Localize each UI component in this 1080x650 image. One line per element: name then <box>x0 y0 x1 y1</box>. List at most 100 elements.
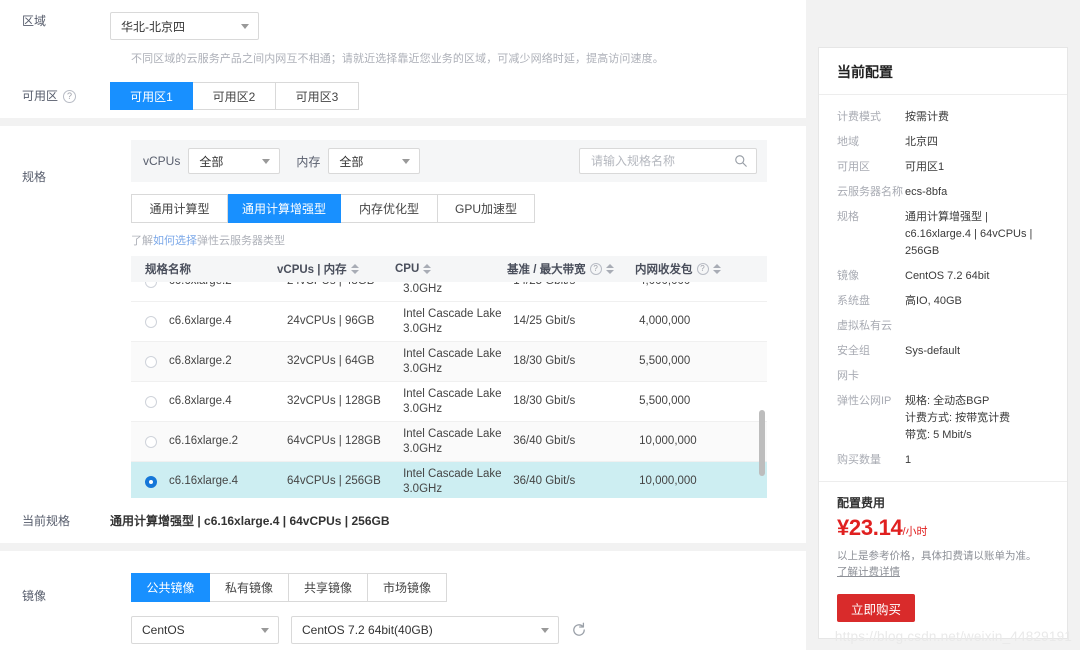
flavor-search-input[interactable] <box>589 153 730 169</box>
learn-how-to-choose-link[interactable]: 如何选择 <box>153 235 197 247</box>
buy-now-button[interactable]: 立即购买 <box>837 594 915 622</box>
row-radio[interactable] <box>145 355 157 368</box>
az-label: 可用区 <box>22 89 59 103</box>
config-item-nic: 网卡 <box>819 364 1067 389</box>
column-header-cpu-memory[interactable]: vCPUs | 内存 <box>277 261 395 277</box>
region-panel: 区域 华北-北京四 不同区域的云服务产品之间内网互不相通；请就近选择靠近您业务的… <box>0 0 806 118</box>
scrollbar-thumb[interactable] <box>759 410 765 476</box>
table-row[interactable]: c6.8xlarge.4 32vCPUs | 128GB Intel Casca… <box>131 382 767 422</box>
column-header-bandwidth[interactable]: 基准 / 最大带宽 ? <box>507 261 635 277</box>
flavor-search-box[interactable] <box>579 148 757 174</box>
current-flavor-row: 当前规格 通用计算增强型 | c6.16xlarge.4 | 64vCPUs |… <box>0 512 806 529</box>
cell-cpu: Intel Cascade Lake 3.0GHz <box>403 387 502 415</box>
config-value: 北京四 <box>905 136 938 148</box>
fee-label: 配置费用 <box>837 496 886 510</box>
row-radio[interactable] <box>145 315 157 328</box>
refresh-icon[interactable] <box>571 622 587 638</box>
config-value: Sys-default <box>905 345 961 357</box>
flavor-table-header: 规格名称 vCPUs | 内存 CPU 基准 / 最大带宽 ? 内网收发包 ? <box>131 256 767 282</box>
row-radio[interactable] <box>145 282 157 288</box>
table-row-selected[interactable]: c6.16xlarge.4 64vCPUs | 256GB Intel Casc… <box>131 462 767 498</box>
table-row[interactable]: c6.6xlarge.4 24vCPUs | 96GB Intel Cascad… <box>131 302 767 342</box>
region-select[interactable]: 华北-北京四 <box>110 12 259 40</box>
cell-name: c6.16xlarge.4 <box>169 475 239 487</box>
row-radio-selected[interactable] <box>145 475 157 488</box>
column-header-bandwidth-label: 基准 / 最大带宽 <box>507 264 586 276</box>
config-item-billing-mode: 计费模式 按需计费 <box>819 105 1067 130</box>
cell-cpu-memory: 24vCPUs | 96GB <box>287 315 375 327</box>
image-tab-shared[interactable]: 共享镜像 <box>289 573 368 602</box>
image-label: 镜像 <box>22 589 47 603</box>
config-key: 系统盘 <box>837 295 870 307</box>
config-value: 按需计费 <box>905 111 949 123</box>
az-tab-2[interactable]: 可用区2 <box>193 82 276 110</box>
fee-section: 配置费用 ¥23.14/小时 以上是参考价格，具体扣费请以账单为准。 了解计费详… <box>819 482 1067 638</box>
cell-name: c6.6xlarge.4 <box>169 315 232 327</box>
image-panel: 镜像 公共镜像 私有镜像 共享镜像 市场镜像 CentOS CentOS 7.2… <box>0 551 806 650</box>
config-item-flavor: 规格 通用计算增强型 | c6.16xlarge.4 | 64vCPUs | 2… <box>819 205 1067 264</box>
table-row[interactable]: c6.8xlarge.2 32vCPUs | 64GB Intel Cascad… <box>131 342 767 382</box>
chevron-down-icon <box>541 628 549 633</box>
cell-cpu: Intel Cascade Lake 3.0GHz <box>403 347 502 375</box>
main-content-column: 区域 华北-北京四 不同区域的云服务产品之间内网互不相通；请就近选择靠近您业务的… <box>0 0 806 650</box>
config-item-quantity: 购买数量 1 <box>819 448 1067 473</box>
search-icon[interactable] <box>734 154 748 168</box>
flavor-type-tab-general[interactable]: 通用计算型 <box>131 194 228 223</box>
column-header-name[interactable]: 规格名称 <box>131 261 277 277</box>
question-icon[interactable]: ? <box>696 263 709 275</box>
image-tab-marketplace[interactable]: 市场镜像 <box>368 573 447 602</box>
flavor-type-tab-general-enhanced[interactable]: 通用计算增强型 <box>228 194 342 223</box>
cell-cpu-memory: 24vCPUs | 48GB <box>287 282 403 289</box>
az-label-wrap: 可用区 ? <box>0 87 110 105</box>
flavor-table-body[interactable]: c6.6xlarge.2 24vCPUs | 48GB Intel Cascad… <box>131 282 767 498</box>
memory-filter-select[interactable]: 全部 <box>328 148 421 174</box>
image-tab-public[interactable]: 公共镜像 <box>131 573 210 602</box>
sort-icon[interactable] <box>712 263 721 275</box>
flavor-panel: 规格 vCPUs 全部 内存 全部 请输入规格名称 通用计算型 通用计算增强型 … <box>0 126 806 543</box>
fee-details-link[interactable]: 了解计费详情 <box>837 564 1049 580</box>
os-version-value: CentOS 7.2 64bit(40GB) <box>302 623 433 637</box>
cell-pps: 4,000,000 <box>639 282 767 289</box>
az-tab-1[interactable]: 可用区1 <box>110 82 193 110</box>
question-icon[interactable]: ? <box>589 263 602 275</box>
learn-prefix: 了解 <box>131 235 153 247</box>
cell-cpu-memory: 64vCPUs | 128GB <box>287 435 381 447</box>
image-tab-group: 公共镜像 私有镜像 共享镜像 市场镜像 <box>131 573 447 602</box>
os-family-select[interactable]: CentOS <box>131 616 279 644</box>
vcpu-filter-select[interactable]: 全部 <box>188 148 281 174</box>
fee-amount: ¥23.14 <box>837 515 903 540</box>
table-row[interactable]: c6.6xlarge.2 24vCPUs | 48GB Intel Cascad… <box>131 282 767 302</box>
image-tab-private[interactable]: 私有镜像 <box>210 573 289 602</box>
config-key: 可用区 <box>837 161 870 173</box>
sort-icon[interactable] <box>350 263 359 275</box>
flavor-table: 规格名称 vCPUs | 内存 CPU 基准 / 最大带宽 ? 内网收发包 ? … <box>131 256 767 498</box>
region-row: 区域 华北-北京四 <box>0 12 806 40</box>
config-key: 云服务器名称 <box>837 186 903 198</box>
column-header-cpu[interactable]: CPU <box>395 263 507 275</box>
cell-bandwidth: 18/30 Gbit/s <box>513 395 576 407</box>
config-item-region: 地域 北京四 <box>819 130 1067 155</box>
row-radio[interactable] <box>145 435 157 448</box>
cell-cpu-memory: 32vCPUs | 64GB <box>287 355 375 367</box>
config-item-server-name: 云服务器名称 ecs-8bfa <box>819 180 1067 205</box>
config-value: CentOS 7.2 64bit <box>905 270 990 282</box>
table-row[interactable]: c6.16xlarge.2 64vCPUs | 128GB Intel Casc… <box>131 422 767 462</box>
flavor-type-tab-gpu[interactable]: GPU加速型 <box>438 194 536 223</box>
az-tab-3[interactable]: 可用区3 <box>276 82 359 110</box>
flavor-table-scrollbar[interactable] <box>759 282 765 498</box>
cell-pps: 5,500,000 <box>639 395 691 407</box>
cell-bandwidth: 14/25 Gbit/s <box>513 282 639 289</box>
question-icon[interactable]: ? <box>63 89 77 103</box>
cell-bandwidth: 18/30 Gbit/s <box>513 355 576 367</box>
fee-note: 以上是参考价格，具体扣费请以账单为准。 了解计费详情 <box>837 548 1049 580</box>
flavor-type-tab-memory-optimized[interactable]: 内存优化型 <box>341 194 439 223</box>
cell-pps: 4,000,000 <box>639 315 691 327</box>
sort-icon[interactable] <box>423 263 432 275</box>
column-header-pps[interactable]: 内网收发包 ? <box>635 261 765 277</box>
sort-icon[interactable] <box>605 263 614 275</box>
row-radio[interactable] <box>145 395 157 408</box>
page-root: 区域 华北-北京四 不同区域的云服务产品之间内网互不相通；请就近选择靠近您业务的… <box>0 0 1080 650</box>
cell-bandwidth: 14/25 Gbit/s <box>513 315 576 327</box>
os-version-select[interactable]: CentOS 7.2 64bit(40GB) <box>291 616 559 644</box>
cell-name: c6.8xlarge.2 <box>169 355 232 367</box>
